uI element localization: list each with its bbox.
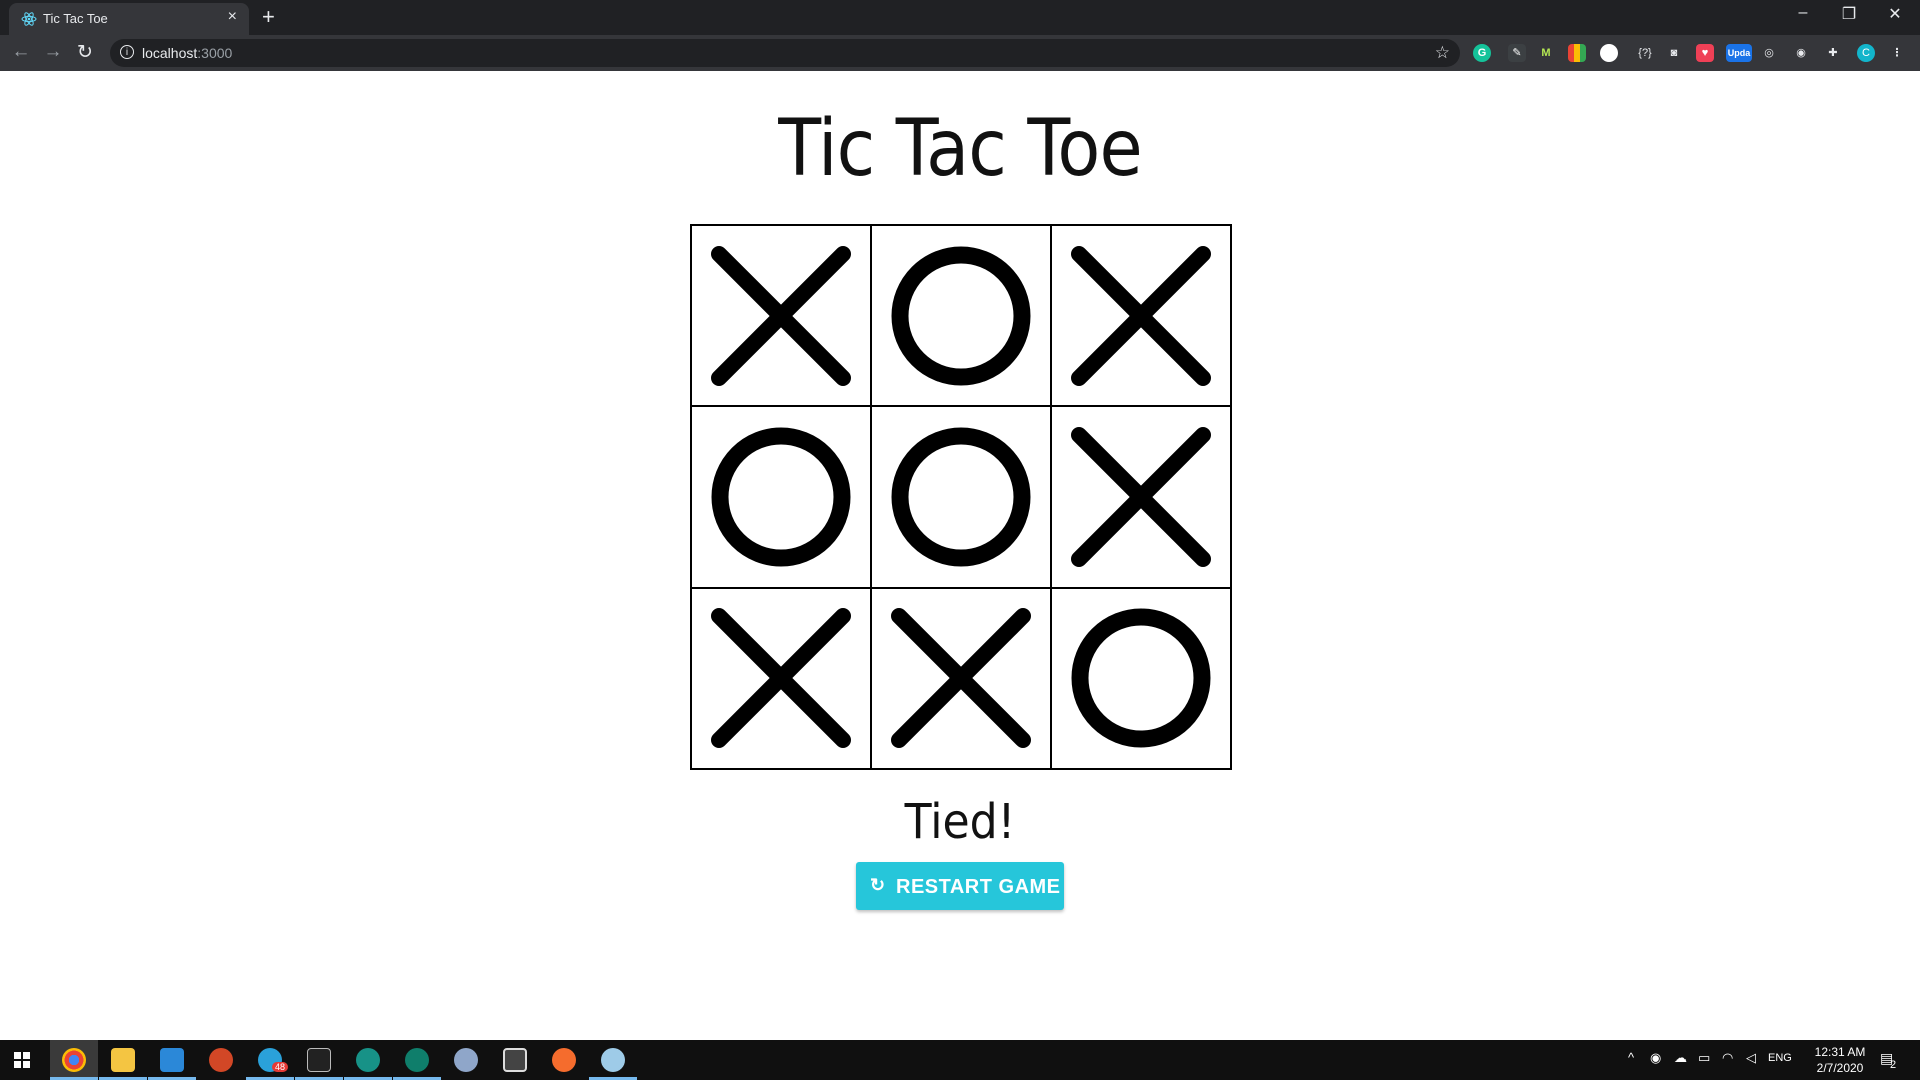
x-mark-icon <box>1071 426 1211 567</box>
windows-start-icon[interactable] <box>14 1052 30 1068</box>
board-cell[interactable] <box>1051 587 1231 769</box>
site-info-icon[interactable]: i <box>120 45 134 59</box>
board-cell[interactable] <box>871 406 1051 588</box>
battery-icon[interactable]: ▭ <box>1698 1050 1710 1066</box>
pin-icon[interactable]: ✎ <box>1508 44 1526 62</box>
notification-count: 2 <box>1890 1059 1897 1071</box>
menu-kebab-icon[interactable]: ⋮ <box>1888 44 1906 62</box>
update-icon[interactable]: Upda <box>1726 44 1752 62</box>
camera-icon[interactable]: ◙ <box>1665 44 1683 62</box>
o-mark-icon <box>891 246 1031 386</box>
board-cell[interactable] <box>871 225 1051 407</box>
circle-icon[interactable] <box>1600 44 1618 62</box>
close-window-button[interactable]: ✕ <box>1872 4 1918 24</box>
telegram-badge: 48 <box>272 1062 289 1072</box>
volume-icon[interactable]: ◁ <box>1746 1050 1756 1066</box>
terminal-icon[interactable] <box>307 1048 331 1072</box>
target-icon[interactable]: ◉ <box>1792 44 1810 62</box>
clock-time: 12:31 AM <box>1814 1045 1866 1059</box>
url-text: localhost:3000 <box>142 45 233 61</box>
file-explorer-icon[interactable] <box>111 1048 135 1072</box>
tray-chevron-icon[interactable]: ^ <box>1628 1050 1634 1065</box>
restore-window-button[interactable]: ❐ <box>1826 4 1872 24</box>
page-title: Tic Tac Toe <box>778 104 1142 194</box>
chrome-icon[interactable] <box>62 1048 86 1072</box>
mail-icon[interactable] <box>160 1048 184 1072</box>
tab-title: Tic Tac Toe <box>43 11 108 26</box>
refresh-icon: ↻ <box>870 875 886 895</box>
o-mark-icon <box>891 427 1031 567</box>
powerpoint-icon[interactable] <box>209 1048 233 1072</box>
browser-tab[interactable]: Tic Tac Toe × <box>9 3 249 35</box>
board-cell[interactable] <box>871 587 1051 769</box>
restart-label: RESTART GAME <box>896 876 1061 898</box>
restart-game-button[interactable]: ↻ RESTART GAME <box>856 862 1064 910</box>
x-mark-icon <box>891 608 1031 749</box>
puzzle-icon[interactable]: ✚ <box>1824 44 1842 62</box>
language-indicator[interactable]: ENG <box>1768 1052 1792 1064</box>
browser-toolbar: ← → ↻ i localhost:3000 ☆ G ✎ M {?} ◙ ♥ U… <box>0 35 1920 71</box>
calculator-icon[interactable] <box>503 1048 527 1072</box>
spy-icon[interactable]: ◎ <box>1760 44 1778 62</box>
tray-record-icon[interactable]: ◉ <box>1650 1050 1661 1066</box>
profile-avatar[interactable]: C <box>1857 44 1875 62</box>
x-mark-icon <box>711 608 851 749</box>
back-arrow-icon[interactable]: ← <box>9 41 33 63</box>
browser-tab-bar: Tic Tac Toe × + – ❐ ✕ <box>0 0 1920 35</box>
paint-icon[interactable] <box>454 1048 478 1072</box>
new-tab-button[interactable]: + <box>262 4 275 30</box>
windows-taskbar: 48 ^ ◉ ☁ ▭ ◠ ◁ ENG 12:31 AM 2/7/2020 ▤ 2 <box>0 1040 1920 1080</box>
m-icon[interactable]: M <box>1537 44 1555 62</box>
x-mark-icon <box>1071 245 1211 386</box>
x-mark-icon <box>711 245 851 386</box>
origin-icon[interactable] <box>552 1048 576 1072</box>
bookmark-star-icon[interactable]: ☆ <box>1435 43 1450 63</box>
onedrive-icon[interactable]: ☁ <box>1674 1050 1687 1066</box>
board-cell[interactable] <box>691 225 871 407</box>
wifi-icon[interactable]: ◠ <box>1722 1050 1733 1066</box>
game-board <box>690 224 1232 770</box>
color-grid-icon[interactable] <box>1568 44 1586 62</box>
o-mark-icon <box>1071 608 1211 748</box>
paint3d-icon[interactable] <box>601 1048 625 1072</box>
system-clock[interactable]: 12:31 AM 2/7/2020 <box>1800 1044 1880 1076</box>
game-status: Tied! <box>904 794 1016 850</box>
grammarly-icon[interactable]: G <box>1473 44 1491 62</box>
board-cell[interactable] <box>691 587 871 769</box>
reload-icon[interactable]: ↻ <box>73 41 97 64</box>
address-bar[interactable]: i localhost:3000 ☆ <box>110 39 1460 67</box>
board-cell[interactable] <box>1051 225 1231 407</box>
react-favicon-icon <box>21 12 37 26</box>
braces-icon[interactable]: {?} <box>1632 44 1658 62</box>
board-cell[interactable] <box>1051 406 1231 588</box>
close-tab-icon[interactable]: × <box>228 8 237 26</box>
board-cell[interactable] <box>691 406 871 588</box>
android-studio-icon[interactable] <box>405 1048 429 1072</box>
gitkraken-icon[interactable] <box>356 1048 380 1072</box>
forward-arrow-icon[interactable]: → <box>41 41 65 63</box>
minimize-window-button[interactable]: – <box>1780 4 1826 22</box>
pocket-icon[interactable]: ♥ <box>1696 44 1714 62</box>
clock-date: 2/7/2020 <box>1816 1061 1864 1075</box>
o-mark-icon <box>711 427 851 567</box>
